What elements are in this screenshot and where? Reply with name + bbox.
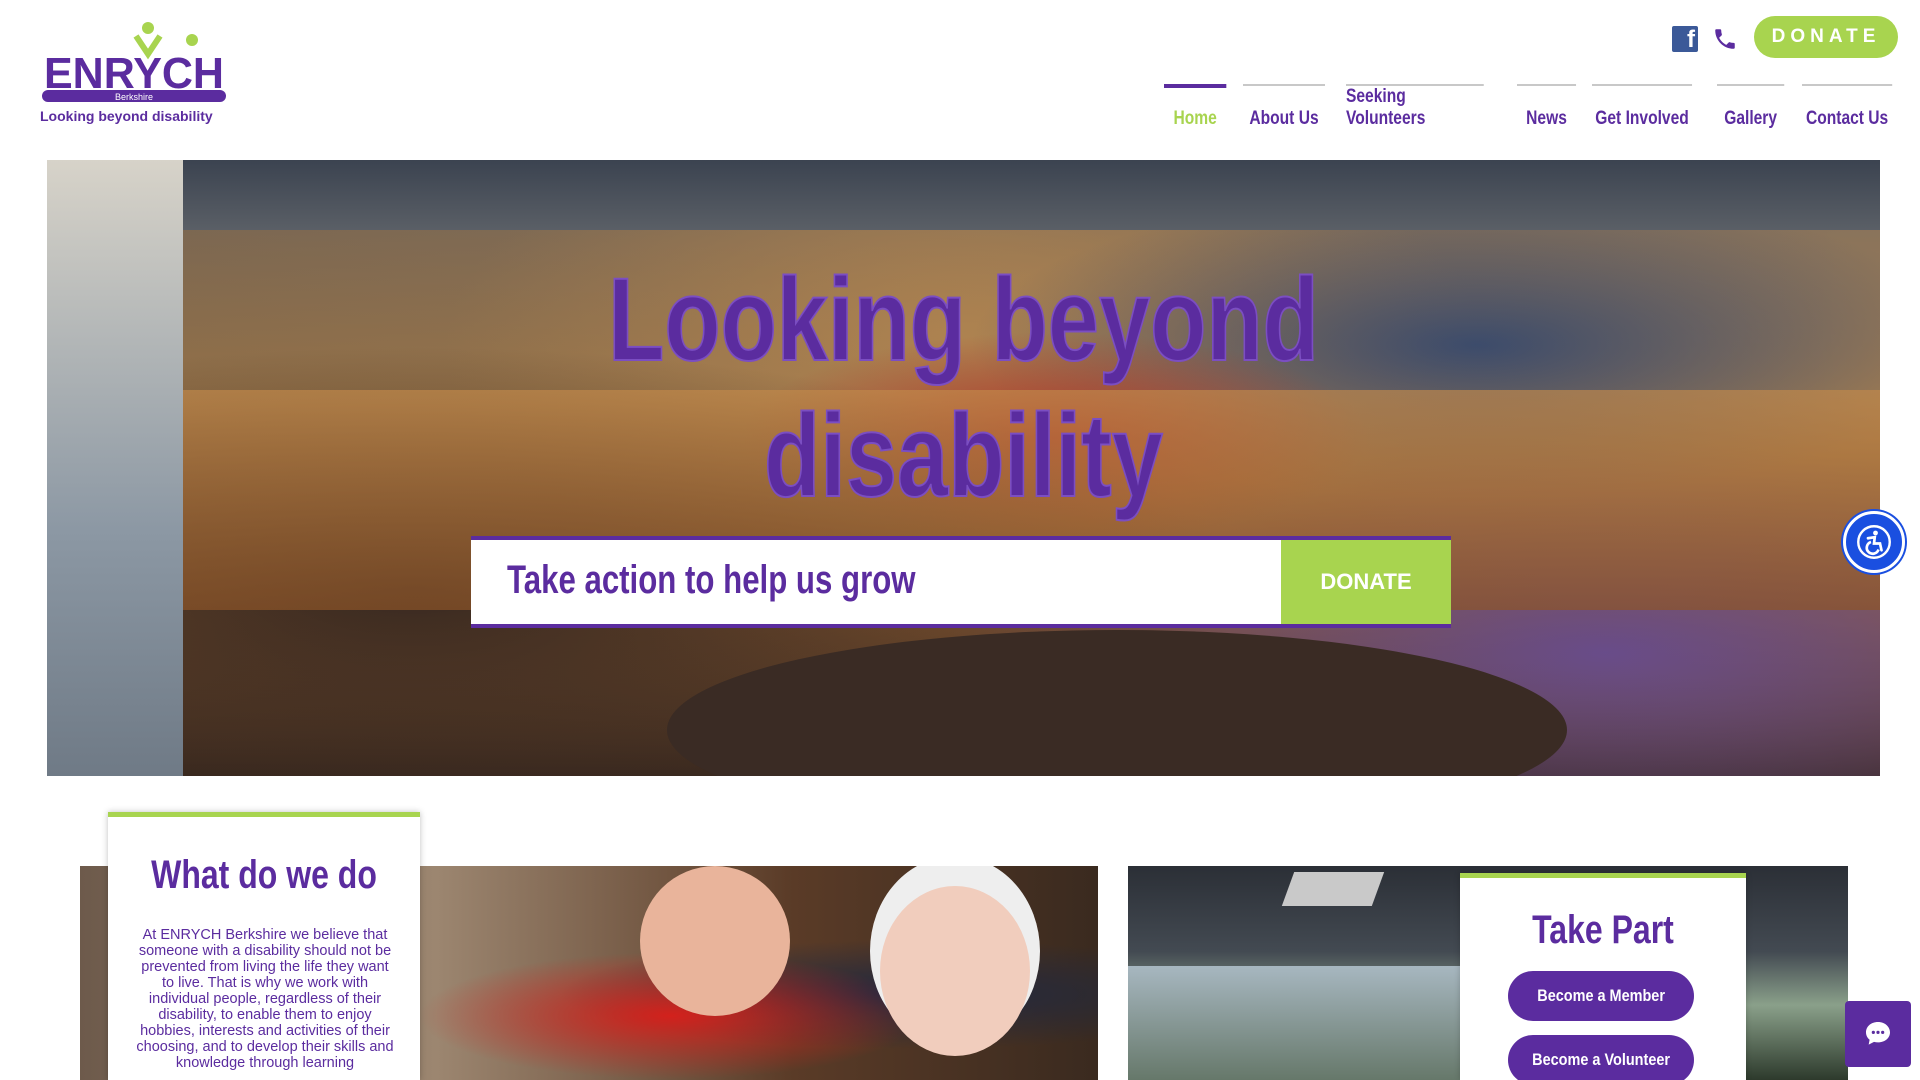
cta-bar: Take action to help us grow DONATE: [471, 536, 1451, 628]
chat-icon: [1866, 1022, 1890, 1045]
hero-photo-panels: [183, 160, 1880, 230]
hero-photo-wall: [47, 160, 183, 776]
accessibility-icon: [1857, 525, 1891, 559]
photo-ceiling-vent: [1281, 872, 1385, 906]
become-member-label: Become a Member: [1537, 986, 1665, 1005]
hero-photo-table: [667, 630, 1567, 776]
become-member-button[interactable]: Become a Member: [1508, 971, 1694, 1021]
nav-get-involved[interactable]: Get Involved: [1592, 84, 1693, 136]
nav-about-us[interactable]: About Us: [1243, 84, 1325, 136]
social-links: f: [1672, 26, 1738, 52]
chat-button[interactable]: [1845, 1001, 1911, 1067]
photo-person-1: [640, 866, 790, 1016]
what-we-do-card: What do we do At ENRYCH Berkshire we bel…: [108, 812, 420, 1080]
nav-news[interactable]: News: [1517, 84, 1577, 136]
photo-person-2: [880, 886, 1030, 1056]
site-logo[interactable]: ENRYCH Berkshire Looking beyond disabili…: [40, 18, 230, 130]
hero-banner: Looking beyond disability: [47, 160, 1880, 776]
svg-text:Berkshire: Berkshire: [115, 92, 153, 102]
accessibility-button[interactable]: [1843, 511, 1905, 573]
header-donate-button[interactable]: DONATE: [1754, 16, 1898, 58]
cta-text: Take action to help us grow: [507, 558, 916, 602]
become-volunteer-label: Become a Volunteer: [1532, 1050, 1670, 1069]
become-volunteer-button[interactable]: Become a Volunteer: [1508, 1035, 1694, 1080]
nav-seeking-volunteers[interactable]: Seeking Volunteers: [1346, 84, 1484, 136]
take-part-card: Take Part Become a Member Become a Volun…: [1460, 873, 1746, 1080]
facebook-icon[interactable]: f: [1672, 26, 1698, 52]
what-body: At ENRYCH Berkshire we believe that some…: [136, 927, 394, 1071]
what-title: What do we do: [151, 853, 377, 897]
logo-tagline: Looking beyond disability: [40, 108, 213, 124]
svg-text:ENRYCH: ENRYCH: [44, 49, 224, 98]
phone-icon[interactable]: [1712, 26, 1738, 52]
nav-home[interactable]: Home: [1164, 84, 1227, 136]
take-part-title: Take Part: [1532, 908, 1674, 952]
hero-title-line1: Looking beyond: [607, 253, 1319, 387]
nav-contact-us[interactable]: Contact Us: [1802, 84, 1893, 136]
hero-title: Looking beyond disability: [249, 252, 1679, 524]
hero-title-line2: disability: [763, 389, 1164, 523]
photo-window: [1128, 966, 1468, 1080]
nav-gallery[interactable]: Gallery: [1717, 84, 1785, 136]
main-nav: Home About Us Seeking Volunteers News Ge…: [1164, 84, 1912, 136]
cta-donate-button[interactable]: DONATE: [1281, 540, 1451, 624]
